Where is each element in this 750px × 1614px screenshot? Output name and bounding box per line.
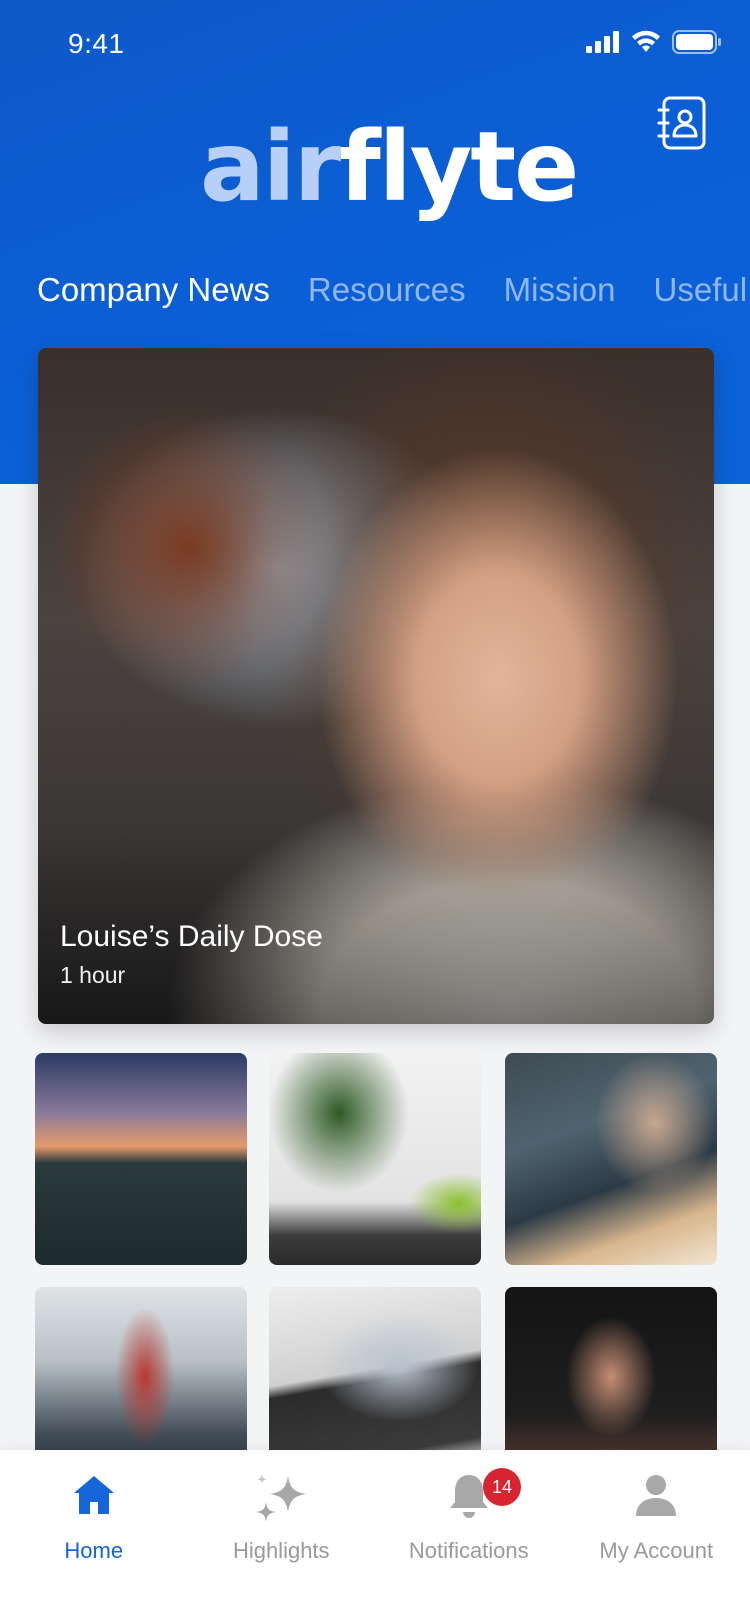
thumbnail-team-meeting[interactable]	[505, 1053, 717, 1265]
featured-article-card[interactable]: Louise’s Daily Dose 1 hour	[38, 348, 714, 1024]
sparkles-icon	[256, 1474, 307, 1522]
logo-air: air	[200, 111, 341, 223]
status-icons	[586, 30, 722, 54]
notifications-badge: 14	[483, 1468, 521, 1506]
thumbnail-plant-laptop[interactable]	[269, 1053, 481, 1265]
tab-mission[interactable]: Mission	[504, 268, 616, 318]
bottom-navigation: Home Highlights 14 Notifications My Acco…	[0, 1450, 750, 1614]
user-icon	[636, 1475, 677, 1516]
featured-article-title: Louise’s Daily Dose	[60, 920, 323, 953]
wifi-icon	[632, 30, 660, 52]
tab-resources[interactable]: Resources	[308, 268, 466, 318]
nav-notifications[interactable]: 14 Notifications	[375, 1450, 563, 1614]
tab-company-news[interactable]: Company News	[37, 268, 270, 318]
nav-highlights-label: Highlights	[232, 1538, 330, 1563]
featured-article-time: 1 hour	[60, 962, 126, 988]
status-time: 9:41	[68, 28, 125, 59]
logo-flyte: flyte	[339, 111, 579, 223]
nav-notifications-label: Notifications	[408, 1538, 529, 1563]
thumbnail-airplane[interactable]	[35, 1053, 247, 1265]
nav-my-account[interactable]: My Account	[563, 1450, 750, 1614]
contact-book-button[interactable]	[656, 96, 708, 150]
category-tabs: Company News Resources Mission Useful	[37, 268, 750, 318]
nav-home-label: Home	[64, 1538, 124, 1563]
home-icon	[73, 1476, 114, 1514]
nav-my-account-label: My Account	[599, 1538, 714, 1563]
nav-highlights[interactable]: Highlights	[188, 1450, 376, 1614]
nav-home[interactable]: Home	[0, 1450, 188, 1614]
airflyte-logo: airflyte	[200, 111, 579, 223]
contact-book-icon	[657, 96, 706, 150]
battery-icon	[672, 30, 721, 54]
tab-useful[interactable]: Useful	[654, 268, 748, 318]
status-bar: 9:41	[0, 0, 750, 90]
signal-icon	[586, 31, 619, 53]
